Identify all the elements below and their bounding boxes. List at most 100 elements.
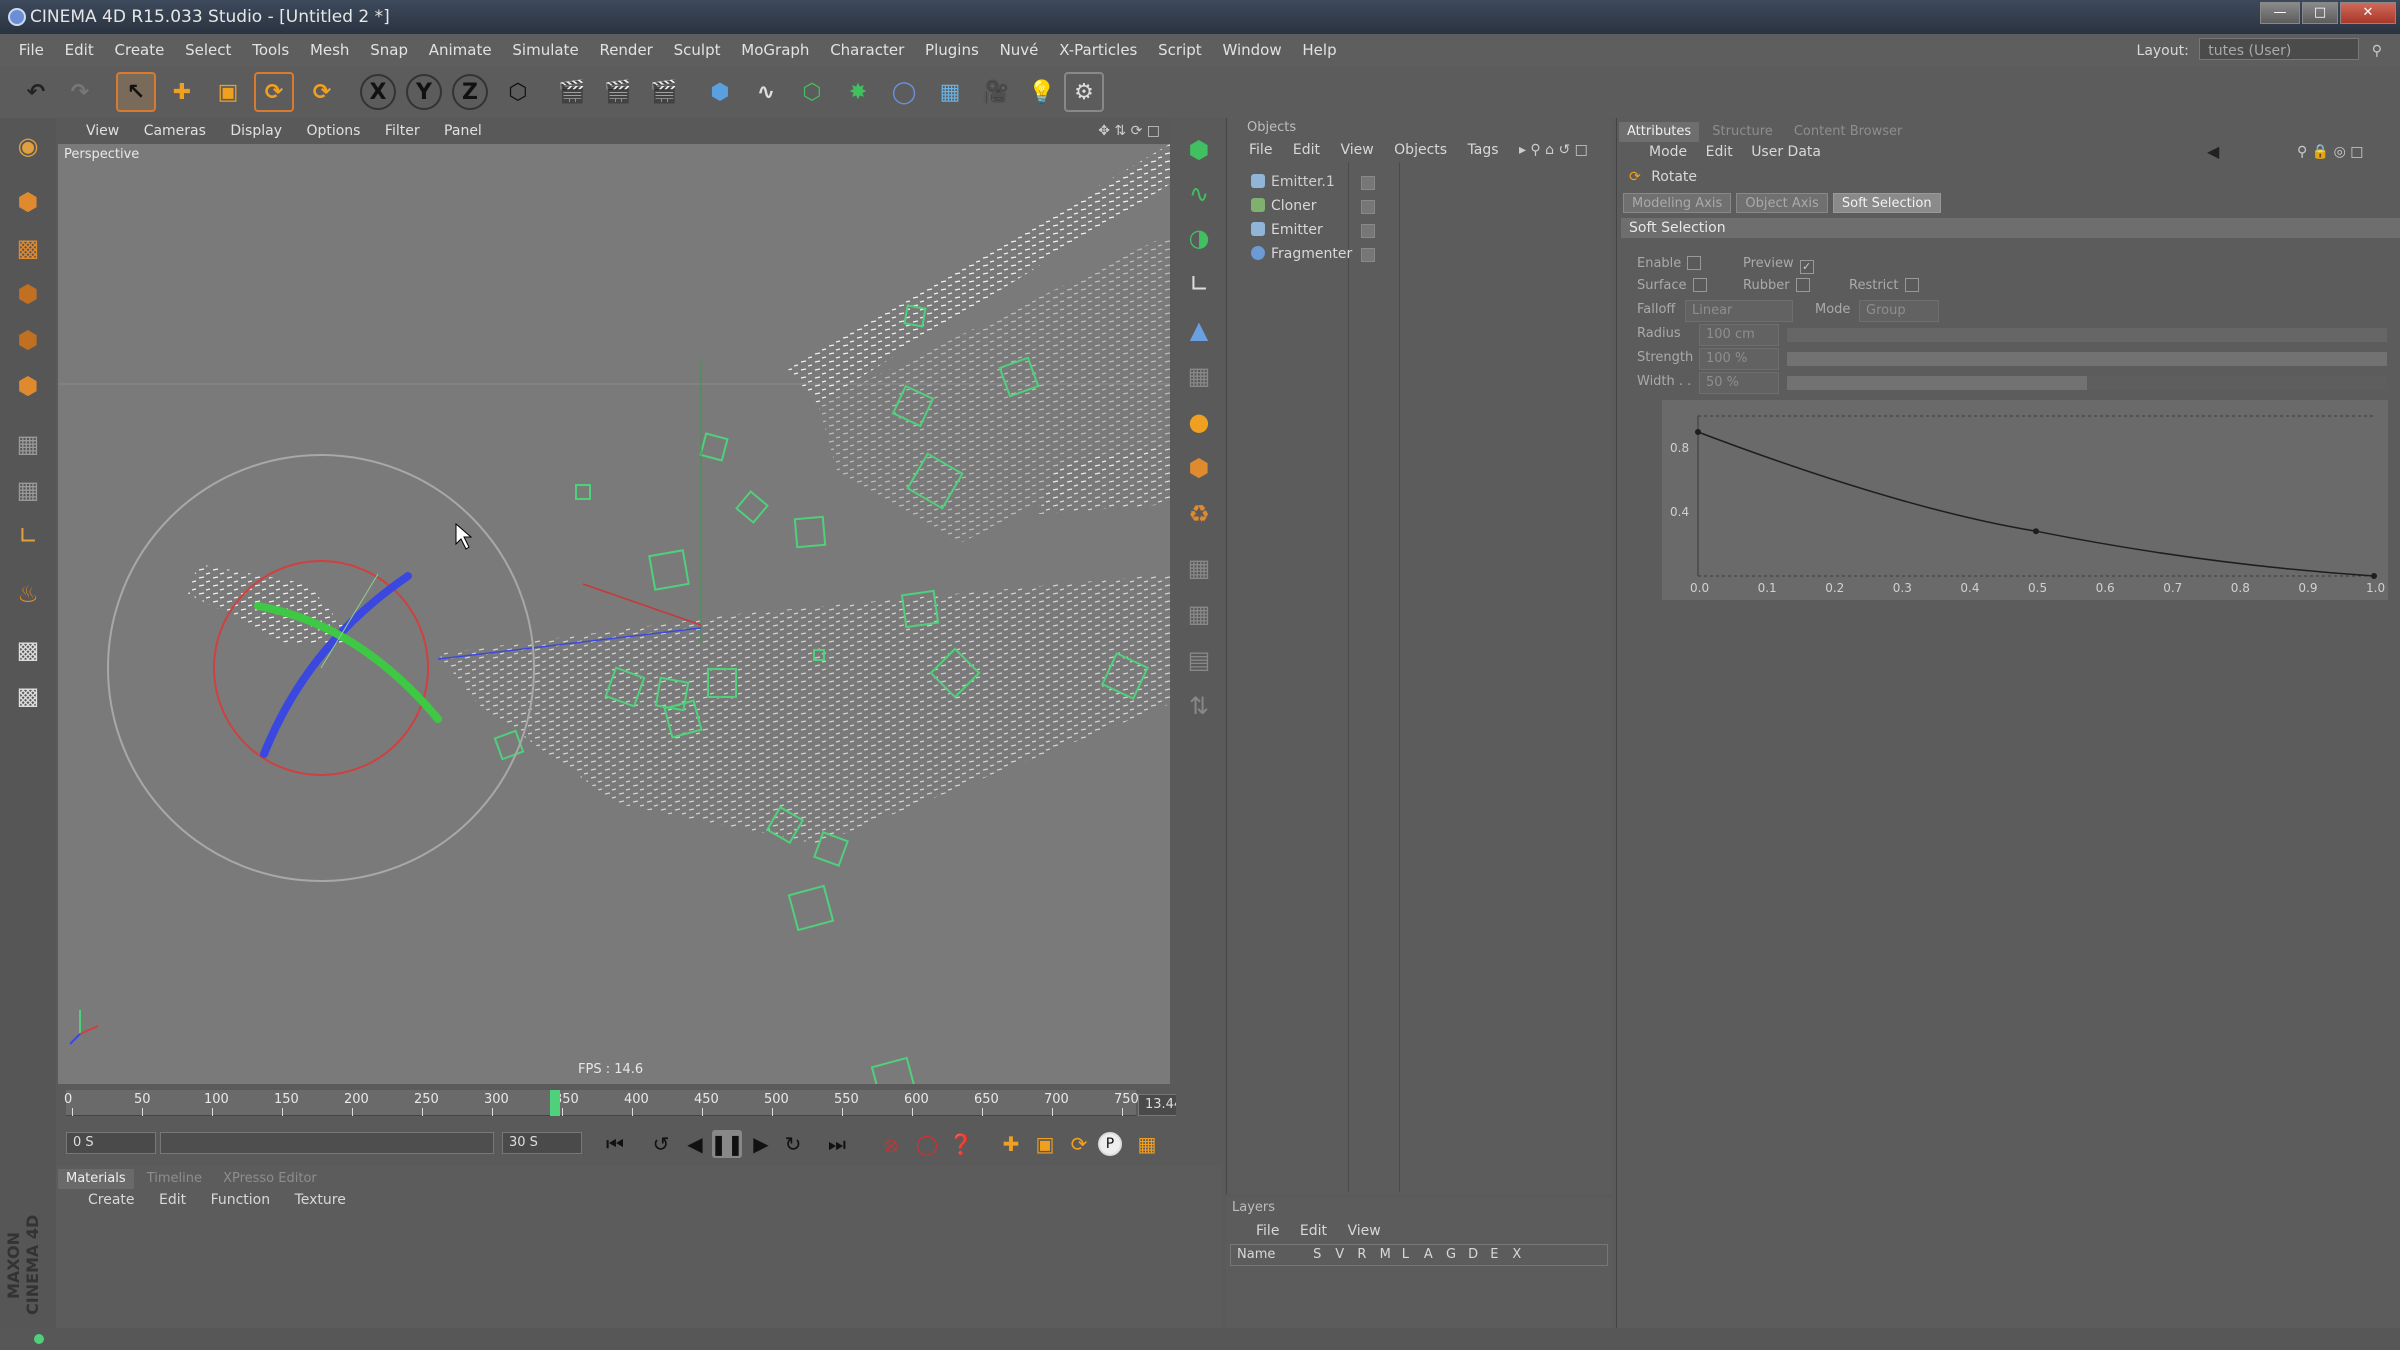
menu-snap[interactable]: Snap bbox=[362, 34, 416, 66]
tab-timeline[interactable]: Timeline bbox=[139, 1169, 210, 1189]
materials-menu-function[interactable]: Function bbox=[211, 1192, 291, 1208]
menu-animate[interactable]: Animate bbox=[421, 34, 500, 66]
end-time-field[interactable]: 30 S bbox=[502, 1132, 582, 1154]
surface-checkbox-row[interactable]: Surface bbox=[1637, 276, 1707, 296]
layers-menu-view[interactable]: View bbox=[1347, 1223, 1396, 1239]
points-mode-icon[interactable]: ⬢ bbox=[8, 274, 48, 314]
materials-menu-texture[interactable]: Texture bbox=[295, 1192, 366, 1208]
menu-tools[interactable]: Tools bbox=[244, 34, 297, 66]
tab-materials[interactable]: Materials bbox=[58, 1169, 134, 1189]
subtab-soft-selection[interactable]: Soft Selection bbox=[1832, 193, 1941, 213]
visibility-toggle[interactable] bbox=[1361, 200, 1375, 214]
menu-x-particles[interactable]: X-Particles bbox=[1051, 34, 1145, 66]
menu-edit[interactable]: Edit bbox=[57, 34, 102, 66]
next-frame-icon[interactable]: ▶ bbox=[746, 1130, 776, 1158]
restrict-checkbox-row[interactable]: Restrict bbox=[1849, 276, 1919, 296]
object-row-emitter-1[interactable]: Emitter.1 bbox=[1251, 170, 1335, 194]
menu-window[interactable]: Window bbox=[1214, 34, 1289, 66]
menu-simulate[interactable]: Simulate bbox=[504, 34, 586, 66]
viewport-navigation-icons[interactable]: ✥ ⇅ ⟳ □ bbox=[1098, 118, 1160, 144]
close-button[interactable]: ✕ bbox=[2340, 2, 2396, 24]
subdivision-surface-icon[interactable]: ⬡ bbox=[792, 72, 832, 112]
menu-create[interactable]: Create bbox=[107, 34, 173, 66]
recent-tool-icon[interactable]: ⟳ bbox=[302, 72, 342, 112]
record-active-objects-icon[interactable]: ⦻ bbox=[876, 1130, 906, 1158]
camera-icon[interactable]: 🎥 bbox=[976, 72, 1016, 112]
floor-icon[interactable]: ▦ bbox=[930, 72, 970, 112]
strength-slider[interactable] bbox=[1787, 352, 2387, 366]
playhead[interactable] bbox=[550, 1090, 560, 1116]
objects-menu-tags[interactable]: Tags bbox=[1460, 138, 1507, 162]
materials-menu-edit[interactable]: Edit bbox=[159, 1192, 206, 1208]
falloff-curve-graph[interactable]: 0.8 0.4 0.0 0.1 0.2 0.3 0.4 0.5 0.6 0.7 0.8 0.9 1.0 bbox=[1662, 400, 2388, 600]
objects-menu-file[interactable]: File bbox=[1241, 138, 1280, 162]
record-point-level-icon[interactable]: ▦ bbox=[1132, 1130, 1162, 1158]
record-position-icon[interactable]: ✚ bbox=[996, 1130, 1026, 1158]
tab-xpresso-editor[interactable]: XPresso Editor bbox=[215, 1169, 325, 1189]
record-parameter-icon[interactable]: P bbox=[1098, 1132, 1122, 1156]
attr-menu-user-data[interactable]: User Data bbox=[1751, 144, 1835, 160]
enable-checkbox-row[interactable]: Enable bbox=[1637, 254, 1702, 274]
radius-slider[interactable] bbox=[1787, 328, 2387, 342]
object-row-cloner[interactable]: Cloner bbox=[1251, 194, 1316, 218]
tab-content-browser[interactable]: Content Browser bbox=[1786, 122, 1911, 142]
go-to-end-icon[interactable]: ⏭ bbox=[822, 1130, 852, 1158]
tab-structure[interactable]: Structure bbox=[1704, 122, 1780, 142]
coordinates-icon[interactable]: ∟ bbox=[1179, 264, 1219, 304]
tracer-icon[interactable]: ∿ bbox=[1179, 174, 1219, 214]
falloff-dropdown[interactable]: Linear bbox=[1685, 300, 1793, 322]
frame-ruler[interactable]: 0 50 100 150 200 250 300 350 400 450 500 550 600 650 7… bbox=[64, 1090, 1139, 1116]
subtab-modeling-axis[interactable]: Modeling Axis bbox=[1623, 193, 1732, 213]
polygons-mode-icon[interactable]: ⬢ bbox=[8, 366, 48, 406]
next-keyframe-icon[interactable]: ↻ bbox=[778, 1130, 808, 1158]
tweak-mode-icon[interactable]: ♨ bbox=[8, 574, 48, 614]
menu-mesh[interactable]: Mesh bbox=[302, 34, 358, 66]
workplane-icon[interactable]: ▦ bbox=[8, 424, 48, 464]
menu-character[interactable]: Character bbox=[822, 34, 912, 66]
render-picture-viewer-icon[interactable]: 🎬 bbox=[598, 72, 638, 112]
strength-field[interactable]: 100 % bbox=[1699, 348, 1779, 370]
redo-icon[interactable]: ↷ bbox=[60, 72, 100, 112]
visibility-toggle[interactable] bbox=[1361, 224, 1375, 238]
rubber-checkbox-row[interactable]: Rubber bbox=[1743, 276, 1810, 296]
keyframe-selection-icon[interactable]: ❓ bbox=[946, 1130, 976, 1158]
y-axis-lock-icon[interactable]: Y bbox=[406, 74, 442, 110]
enable-checkbox[interactable] bbox=[1687, 256, 1702, 270]
menu-render[interactable]: Render bbox=[591, 34, 660, 66]
preview-range-slider[interactable] bbox=[160, 1132, 494, 1154]
menu-plugins[interactable]: Plugins bbox=[917, 34, 987, 66]
record-rotation-icon[interactable]: ⟳ bbox=[1064, 1130, 1094, 1158]
viewport-menu-display[interactable]: Display bbox=[220, 118, 292, 144]
menu-select[interactable]: Select bbox=[177, 34, 239, 66]
locked-workplane-icon[interactable]: ▦ bbox=[8, 470, 48, 510]
previous-frame-icon[interactable]: ◀ bbox=[680, 1130, 710, 1158]
null-emitter-icon[interactable]: ▲ bbox=[1179, 310, 1219, 350]
record-scale-icon[interactable]: ▣ bbox=[1030, 1130, 1060, 1158]
snap-icon[interactable]: ▩ bbox=[8, 630, 48, 670]
previous-keyframe-icon[interactable]: ↺ bbox=[646, 1130, 676, 1158]
objects-menu-view[interactable]: View bbox=[1332, 138, 1381, 162]
arrow-hatch-icon[interactable]: ⇅ bbox=[1179, 686, 1219, 726]
move-icon[interactable]: ✚ bbox=[162, 72, 202, 112]
preview-checkbox[interactable]: ✓ bbox=[1799, 260, 1814, 274]
undo-icon[interactable]: ↶ bbox=[16, 72, 56, 112]
xp-cache-icon[interactable]: ⬢ bbox=[1179, 448, 1219, 488]
axis-mode-icon[interactable]: ∟ bbox=[8, 516, 48, 556]
layers-menu-file[interactable]: File bbox=[1256, 1223, 1295, 1239]
materials-menu-create[interactable]: Create bbox=[88, 1192, 155, 1208]
menu-nuve[interactable]: Nuvé bbox=[992, 34, 1047, 66]
cube-primitive-icon[interactable]: ⬢ bbox=[700, 72, 740, 112]
minimize-button[interactable]: — bbox=[2260, 2, 2300, 24]
width-slider[interactable] bbox=[1787, 376, 2387, 390]
xparticles-icon[interactable]: ⚙ bbox=[1064, 72, 1104, 112]
render-view-icon[interactable]: 🎬 bbox=[552, 72, 592, 112]
dots-grid-2-icon[interactable]: ▦ bbox=[1179, 594, 1219, 634]
hatch-icon[interactable]: ▤ bbox=[1179, 640, 1219, 680]
live-selection-icon[interactable]: ↖ bbox=[116, 72, 156, 112]
dots-grid-icon[interactable]: ▦ bbox=[1179, 548, 1219, 588]
menu-mograph[interactable]: MoGraph bbox=[733, 34, 817, 66]
cloner-tool-icon[interactable]: ⬢ bbox=[1179, 130, 1219, 170]
viewport-menu-filter[interactable]: Filter bbox=[375, 118, 430, 144]
layout-dropdown[interactable]: tutes (User) bbox=[2199, 38, 2360, 60]
objects-menu-objects[interactable]: Objects bbox=[1386, 138, 1455, 162]
